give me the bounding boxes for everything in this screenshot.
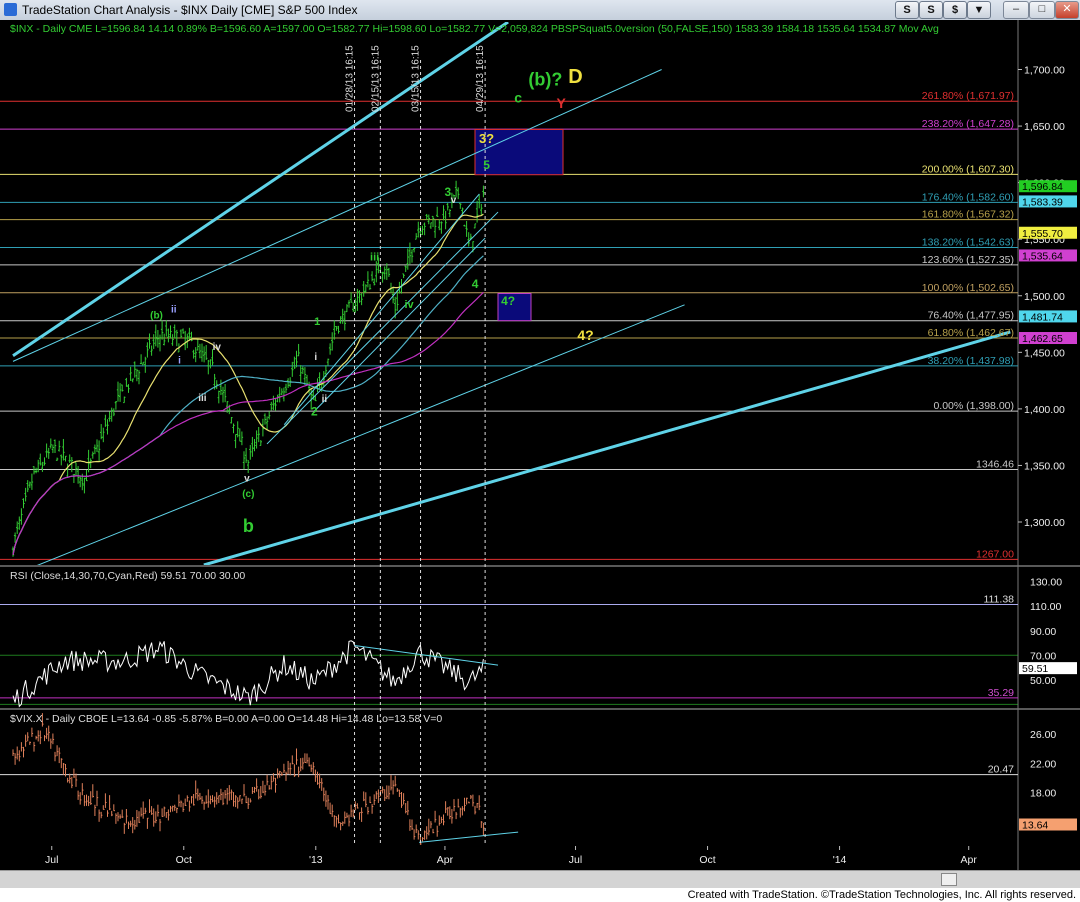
- tradestation-app-icon: [4, 3, 17, 16]
- wave-label: iv: [213, 342, 222, 353]
- x-tick-label: '14: [833, 854, 847, 866]
- date-marker-label: 03/15/13 16:15: [411, 45, 422, 112]
- price-tick-label: 1,450.00: [1024, 347, 1065, 359]
- rsi-level-label: 111.38: [983, 594, 1014, 606]
- rsi-tick-label: 70.00: [1030, 650, 1056, 662]
- wave-label: i: [314, 352, 317, 363]
- price-value-label: 1,583.39: [1022, 196, 1063, 208]
- vix-tick-label: 26.00: [1030, 729, 1056, 741]
- vix-tick-label: 18.00: [1030, 788, 1056, 800]
- fib-level-label: 123.60% (1,527.35): [922, 254, 1014, 266]
- date-marker-label: 02/15/13 16:15: [370, 45, 381, 112]
- wave-label: (b): [150, 310, 163, 321]
- maximize-button[interactable]: □: [1029, 1, 1055, 19]
- date-marker-label: 01/28/13 16:15: [345, 45, 356, 112]
- price-tick-label: 1,300.00: [1024, 517, 1065, 529]
- fib-level-label: 138.20% (1,542.63): [922, 237, 1014, 249]
- close-button[interactable]: ✕: [1055, 1, 1079, 19]
- x-tick-label: Jul: [45, 854, 58, 866]
- horizontal-scrollbar[interactable]: [0, 870, 1080, 888]
- vix-pane-header: $VIX.X - Daily CBOE L=13.64 -0.85 -5.87%…: [10, 713, 442, 725]
- price-tick-label: 1,400.00: [1024, 404, 1065, 416]
- wave-label: ii: [322, 394, 328, 405]
- rsi-tick-label: 110.00: [1030, 601, 1061, 613]
- wave-label: 4: [472, 277, 479, 291]
- wave-label: b: [243, 516, 254, 536]
- window-titlebar: TradeStation Chart Analysis - $INX Daily…: [0, 0, 1080, 21]
- wave-label: 2: [311, 405, 318, 419]
- wave-label: v: [451, 195, 457, 206]
- fib-level-label: 200.00% (1,607.30): [922, 163, 1014, 175]
- fib-level-label: 38.20% (1,437.98): [928, 355, 1014, 367]
- wave-label: v: [244, 473, 250, 484]
- toolbar-dollar-button[interactable]: $: [943, 1, 967, 19]
- rsi-tick-label: 90.00: [1030, 626, 1056, 638]
- fib-level-label: 100.00% (1,502.65): [922, 282, 1014, 294]
- rsi-value-label: 59.51: [1022, 663, 1048, 675]
- wave-label: Y: [556, 95, 566, 111]
- fib-level-label: 176.40% (1,582.60): [922, 191, 1014, 203]
- fib-level-label: 261.80% (1,671.97): [922, 90, 1014, 102]
- minimize-button[interactable]: –: [1003, 1, 1029, 19]
- footer-bar: Created with TradeStation. ©TradeStation…: [0, 888, 1080, 902]
- rsi-tick-label: 50.00: [1030, 675, 1056, 687]
- wave-label: 5: [483, 158, 490, 172]
- price-axis-background: [1018, 20, 1080, 870]
- price-tick-label: 1,500.00: [1024, 291, 1065, 303]
- x-tick-label: Jul: [569, 854, 582, 866]
- wave-label: D: [568, 66, 582, 88]
- x-tick-label: Apr: [961, 854, 978, 866]
- vix-value-label: 13.64: [1022, 820, 1048, 832]
- fib-level-label: 76.40% (1,477.95): [928, 310, 1014, 322]
- wave-label: i: [178, 356, 181, 367]
- toolbar-s-button-1[interactable]: S: [895, 1, 919, 19]
- x-tick-label: Oct: [699, 854, 715, 866]
- wave-label: 4?: [577, 327, 593, 343]
- rsi-pane-header: RSI (Close,14,30,70,Cyan,Red) 59.51 70.0…: [10, 570, 245, 582]
- rsi-level-label: 35.29: [988, 687, 1014, 699]
- fib-level-label: 0.00% (1,398.00): [933, 400, 1014, 412]
- wave-label: 3?: [479, 131, 494, 146]
- vix-tick-label: 22.00: [1030, 758, 1056, 770]
- rsi-tick-label: 130.00: [1030, 577, 1062, 589]
- fib-level-label: 161.80% (1,567.32): [922, 209, 1014, 221]
- chart-area[interactable]: 01/28/13 16:15 02/15/13 16:15 03/15/13 16:…: [0, 20, 1080, 870]
- vix-level-label: 20.47: [988, 764, 1014, 776]
- wave-label: c: [514, 89, 522, 105]
- price-value-label: 1,535.64: [1022, 250, 1063, 262]
- toolbar-menu-button[interactable]: ▼: [967, 1, 991, 19]
- scrollbar-thumb[interactable]: [941, 873, 957, 886]
- wave-label: ii: [171, 305, 177, 316]
- price-tick-label: 1,650.00: [1024, 121, 1065, 133]
- price-value-label: 1,462.65: [1022, 333, 1063, 345]
- x-tick-label: '13: [309, 854, 323, 866]
- toolbar-s-button-2[interactable]: S: [919, 1, 943, 19]
- fib-level-label: 238.20% (1,647.28): [922, 118, 1014, 130]
- wave-label: 4?: [501, 294, 515, 308]
- fib-level-label: 1267.00: [976, 548, 1014, 560]
- x-tick-label: Oct: [176, 854, 192, 866]
- wave-label: (b)?: [528, 69, 562, 89]
- price-tick-label: 1,350.00: [1024, 460, 1065, 472]
- price-pane-header: $INX - Daily CME L=1596.84 14.14 0.89% B…: [10, 23, 939, 35]
- wave-label: iii: [198, 393, 207, 404]
- wave-label: iii: [370, 252, 379, 264]
- copyright-text: Created with TradeStation. ©TradeStation…: [687, 889, 1076, 901]
- wave-label: iv: [404, 299, 414, 311]
- price-tick-label: 1,700.00: [1024, 65, 1065, 77]
- wave-label: (c): [242, 489, 254, 500]
- wave-label: 1: [314, 316, 320, 328]
- x-tick-label: Apr: [437, 854, 454, 866]
- date-marker-label: 04/29/13 16:15: [475, 45, 486, 112]
- fib-level-label: 61.80% (1,462.67): [928, 327, 1014, 339]
- price-value-label: 1,555.70: [1022, 228, 1063, 240]
- price-value-label: 1,481.74: [1022, 311, 1063, 323]
- fib-level-label: 1346.46: [976, 458, 1014, 470]
- window-title: TradeStation Chart Analysis - $INX Daily…: [22, 3, 358, 17]
- price-value-label: 1,596.84: [1022, 181, 1063, 193]
